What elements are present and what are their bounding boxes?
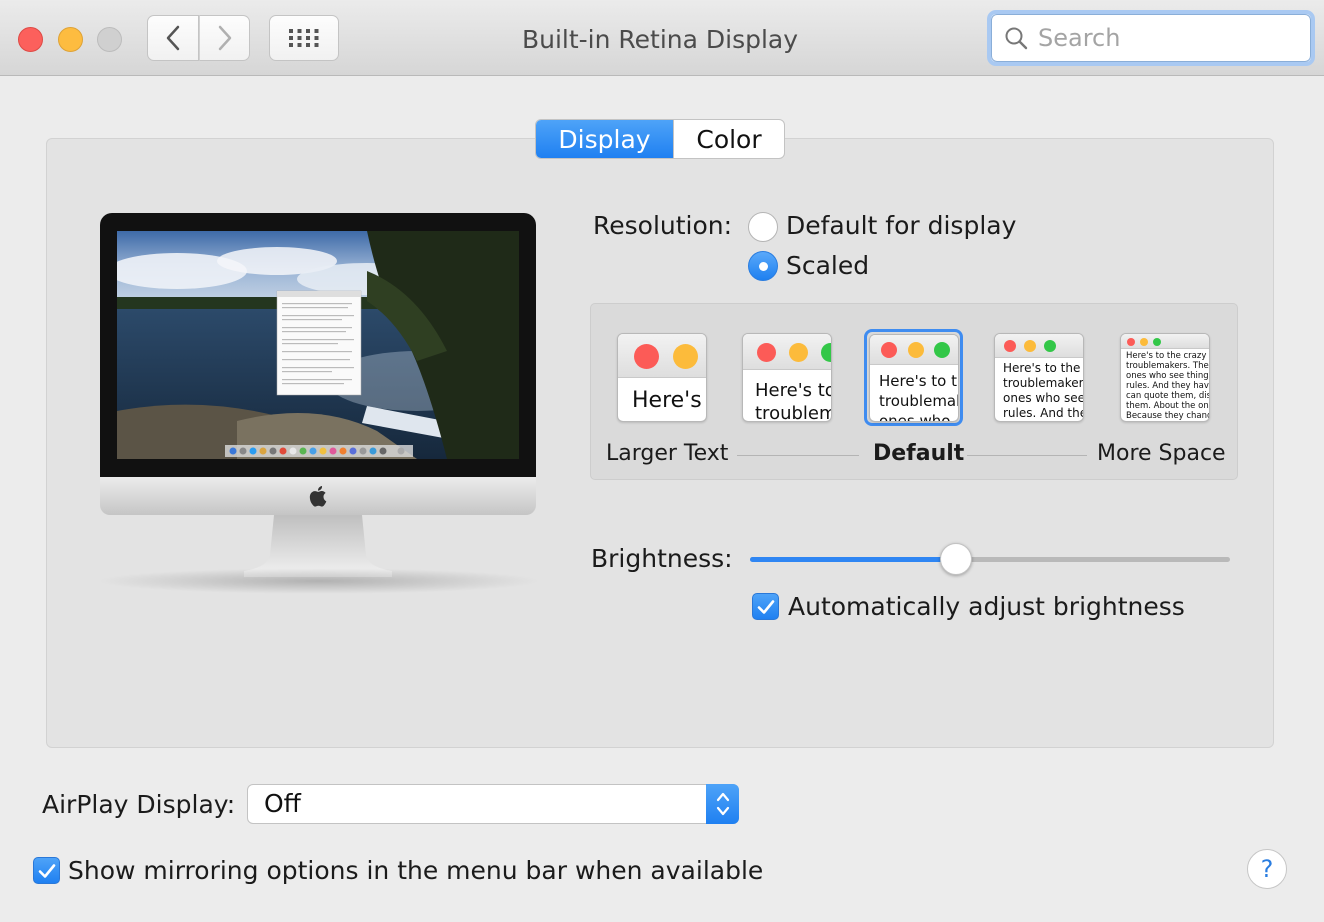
scale-option-larger-text[interactable]: Here's <box>617 333 707 422</box>
search-field[interactable]: Search <box>987 10 1315 66</box>
apple-logo-icon <box>309 486 327 507</box>
default-label: Default <box>873 441 965 466</box>
grid-icon <box>289 29 319 47</box>
scale-sample-line: troublemakers. T <box>1003 376 1084 390</box>
scale-sample-line: troublem <box>755 403 832 422</box>
scale-sample-line: ones who see things di <box>1126 371 1209 381</box>
scale-divider-left <box>737 455 859 456</box>
chevron-left-icon <box>166 25 180 51</box>
scale-sample-line: Here's to the crazy one <box>1126 351 1209 361</box>
back-button[interactable] <box>147 15 199 61</box>
scale-sample-line: Here's to <box>755 380 832 401</box>
scale-sample-line: troublemakers. The rou <box>1126 361 1209 371</box>
minimize-window-button[interactable] <box>58 27 83 52</box>
window-title: Built-in Retina Display <box>521 25 799 54</box>
scaled-label[interactable]: Scaled <box>786 251 869 280</box>
imac-chin <box>100 477 536 515</box>
imac-shadow <box>96 568 542 594</box>
default-for-display-label[interactable]: Default for display <box>786 211 1016 240</box>
scale-sample-line: can quote them, disagr <box>1126 391 1210 401</box>
more-space-label: More Space <box>1097 441 1226 466</box>
scale-sample-text: Here's <box>632 388 702 413</box>
auto-brightness-label[interactable]: Automatically adjust brightness <box>788 592 1185 621</box>
scale-sample-line: rules. And they <box>1003 406 1083 420</box>
auto-brightness-checkbox[interactable] <box>752 593 779 620</box>
forward-button[interactable] <box>199 15 250 61</box>
close-window-button[interactable] <box>18 27 43 52</box>
chevron-up-down-icon <box>716 792 729 816</box>
scale-sample-line: them. About the only th <box>1126 401 1209 411</box>
scale-option-default[interactable]: Here's to th troublemak ones who <box>869 334 959 422</box>
scale-divider-right <box>967 455 1087 456</box>
scale-option-more-space[interactable]: Here's to the crazy one troublemakers. T… <box>1120 333 1210 422</box>
resolution-label: Resolution: <box>593 211 733 240</box>
brightness-label: Brightness: <box>591 544 733 573</box>
select-arrows <box>706 784 739 824</box>
tab-bar: Display Color <box>535 119 785 159</box>
larger-text-label: Larger Text <box>606 441 729 466</box>
radio-default-for-display[interactable] <box>748 212 778 242</box>
show-all-button[interactable] <box>269 15 339 61</box>
scale-sample-line: troublemak <box>879 392 959 410</box>
scale-sample-line: rules. And they have no <box>1126 381 1209 391</box>
zoom-window-button[interactable] <box>97 27 122 52</box>
airplay-display-value: Off <box>264 789 301 818</box>
scale-sample-line: Here's to th <box>879 372 959 390</box>
search-placeholder: Search <box>1038 24 1121 52</box>
scale-sample-line: ones who <box>879 412 951 422</box>
radio-scaled[interactable] <box>748 251 778 281</box>
tab-display[interactable]: Display <box>536 120 673 158</box>
help-button[interactable]: ? <box>1247 849 1287 889</box>
airplay-display-select[interactable]: Off <box>247 784 739 824</box>
chevron-right-icon <box>218 25 231 51</box>
scale-sample-line: Because they change t <box>1126 411 1209 421</box>
checkmark-icon <box>757 599 774 614</box>
checkmark-icon <box>38 863 55 878</box>
search-icon <box>1005 27 1028 50</box>
brightness-slider-fill <box>750 557 957 562</box>
imac-screen-preview <box>117 231 519 459</box>
title-bar: Built-in Retina Display Search <box>0 0 1324 76</box>
brightness-slider[interactable] <box>750 557 1230 562</box>
show-mirroring-label[interactable]: Show mirroring options in the menu bar w… <box>68 856 763 885</box>
scale-sample-line: Here's to the cr <box>1003 361 1083 375</box>
scale-sample-line: ones who see t <box>1003 391 1084 405</box>
show-mirroring-checkbox[interactable] <box>33 857 60 884</box>
airplay-display-label: AirPlay Display: <box>42 790 236 819</box>
tab-color[interactable]: Color <box>673 120 784 158</box>
scale-option-4[interactable]: Here's to the cr troublemakers. T ones w… <box>994 333 1084 422</box>
scale-option-2[interactable]: Here's to troublem <box>742 333 832 422</box>
